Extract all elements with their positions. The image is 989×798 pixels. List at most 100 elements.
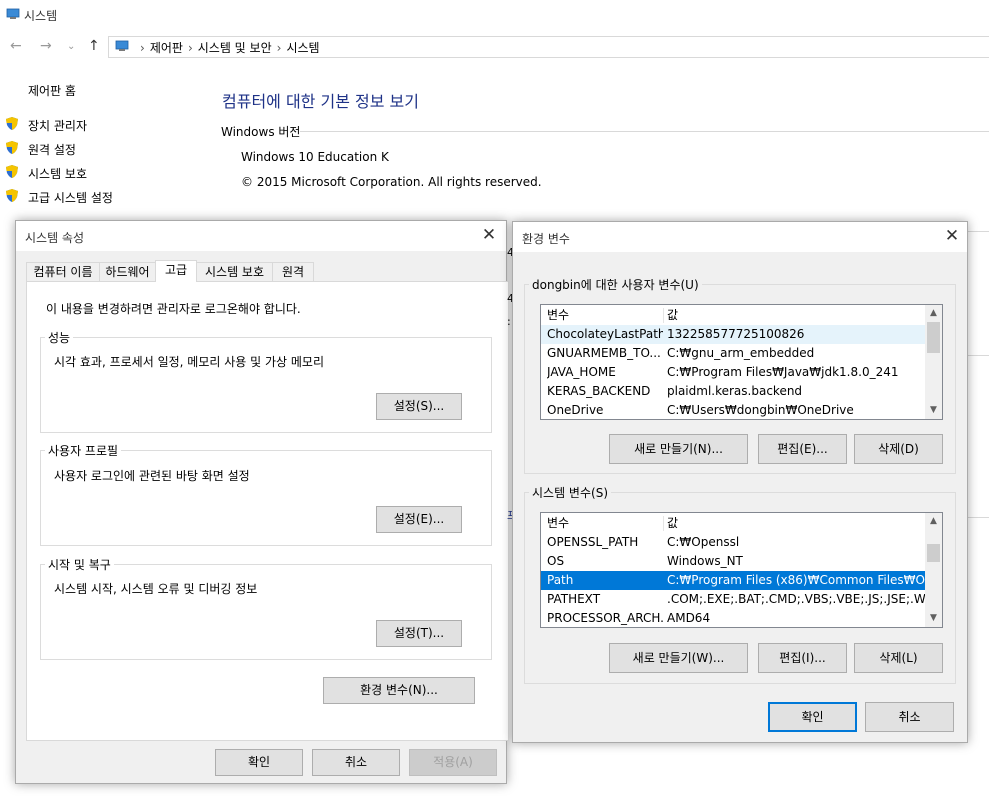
dialog-title-bar: 시스템 속성 ✕ [16,221,506,251]
user-variables-list[interactable]: 변수 값 ChocolateyLastPath... 13225857772510… [540,304,943,420]
column-header-variable[interactable]: 변수 [547,306,663,325]
scrollbar-thumb[interactable] [927,544,940,562]
system-new-button[interactable]: 새로 만들기(W)... [609,643,748,673]
system-protection-link[interactable]: 시스템 보호 [28,165,87,182]
tab-remote[interactable]: 원격 [272,262,314,281]
startup-recovery-settings-button[interactable]: 설정(T)... [376,620,462,647]
close-icon[interactable]: ✕ [941,226,963,248]
variable-name: PROCESSOR_ARCH... [547,611,663,625]
column-header-value[interactable]: 값 [667,514,925,533]
recent-chevron-icon[interactable]: ⌄ [67,41,75,52]
section-divider [967,355,989,356]
cancel-button[interactable]: 취소 [865,702,954,732]
vertical-scrollbar[interactable]: ▲ ▼ [925,513,942,627]
variable-value: C:₩Users₩dongbin₩OneDrive [667,403,854,417]
page-title: 컴퓨터에 대한 기본 정보 보기 [222,92,419,111]
user-profiles-settings-button[interactable]: 설정(E)... [376,506,462,533]
address-bar[interactable]: › 제어판 › 시스템 및 보안 › 시스템 [108,36,989,58]
column-header-variable[interactable]: 변수 [547,514,663,533]
breadcrumb: › 제어판 › 시스템 및 보안 › 시스템 [135,39,320,56]
group-title: 성능 [45,329,74,346]
list-item[interactable]: OPENSSL_PATH C:₩Openssl [541,533,925,552]
advanced-tab-panel: 이 내용을 변경하려면 관리자로 로그온해야 합니다. 성능 시각 효과, 프로… [26,281,509,741]
environment-variables-button[interactable]: 환경 변수(N)... [323,677,475,704]
system-properties-dialog: 시스템 속성 ✕ 컴퓨터 이름 하드웨어 고급 시스템 보호 원격 이 내용을 … [15,220,509,784]
column-separator[interactable] [663,516,664,531]
ok-button[interactable]: 확인 [215,749,303,776]
dialog-title: 시스템 속성 [25,231,85,245]
tab-label: 하드웨어 [105,265,150,279]
column-header-value[interactable]: 값 [667,306,925,325]
list-item[interactable]: KERAS_BACKEND plaidml.keras.backend [541,382,925,401]
vertical-scrollbar[interactable]: ▲ ▼ [925,305,942,419]
tab-advanced[interactable]: 고급 [155,260,197,282]
list-item-selected[interactable]: Path C:₩Program Files (x86)₩Common Files₩… [541,571,925,590]
shield-icon [6,117,18,130]
user-profiles-group: 사용자 프로필 사용자 로그인에 관련된 바탕 화면 설정 설정(E)... [40,442,492,546]
section-divider [967,517,989,518]
tab-computer-name[interactable]: 컴퓨터 이름 [26,262,100,281]
up-arrow-icon[interactable]: ↑ [88,38,100,54]
user-new-button[interactable]: 새로 만들기(N)... [609,434,748,464]
shield-icon [6,165,18,178]
scroll-up-icon[interactable]: ▲ [925,513,942,530]
apply-button[interactable]: 적용(A) [409,749,497,776]
list-item[interactable]: OneDrive C:₩Users₩dongbin₩OneDrive [541,401,925,419]
tab-label: 원격 [281,265,305,279]
list-item[interactable]: OS Windows_NT [541,552,925,571]
scroll-up-icon[interactable]: ▲ [925,305,942,322]
variable-value: C:₩Program Files (x86)₩Common Files₩Orac… [667,573,925,587]
list-item[interactable]: GNUARMEMB_TO... C:₩gnu_arm_embedded [541,344,925,363]
column-separator[interactable] [663,308,664,323]
back-arrow-icon[interactable]: ← [10,38,22,54]
chevron-right-icon: › [276,41,282,55]
list-item[interactable]: ChocolateyLastPath... 132258577725100826 [541,325,925,344]
window-title: 시스템 [24,9,58,23]
list-item[interactable]: JAVA_HOME C:₩Program Files₩Java₩jdk1.8.0_… [541,363,925,382]
copyright-text: © 2015 Microsoft Corporation. All rights… [241,175,542,189]
group-description: 시스템 시작, 시스템 오류 및 디버깅 정보 [54,582,258,596]
tab-label: 고급 [164,263,188,277]
group-title: dongbin에 대한 사용자 변수(U) [529,276,702,293]
chevron-right-icon: › [187,41,193,55]
user-edit-button[interactable]: 편집(E)... [758,434,847,464]
advanced-system-settings-link[interactable]: 고급 시스템 설정 [28,189,113,206]
control-panel-icon [115,40,129,51]
variable-name: OS [547,554,565,568]
tab-system-protection[interactable]: 시스템 보호 [196,262,273,281]
breadcrumb-system-security[interactable]: 시스템 및 보안 [198,41,272,55]
tab-label: 시스템 보호 [204,265,264,279]
breadcrumb-control-panel[interactable]: 제어판 [150,41,183,55]
cancel-button[interactable]: 취소 [312,749,400,776]
remote-settings-link[interactable]: 원격 설정 [28,141,76,158]
forward-arrow-icon[interactable]: → [40,38,52,54]
scroll-down-icon[interactable]: ▼ [925,402,942,419]
list-item[interactable]: PROCESSOR_ARCH... AMD64 [541,609,925,627]
breadcrumb-system[interactable]: 시스템 [286,41,319,55]
variable-value: C:₩Program Files₩Java₩jdk1.8.0_241 [667,365,899,379]
close-icon[interactable]: ✕ [478,225,500,247]
user-variables-group: dongbin에 대한 사용자 변수(U) 변수 값 ChocolateyLas… [524,276,956,474]
shield-icon [6,189,18,202]
windows-edition-section-label: Windows 버전 [221,125,301,139]
performance-settings-button[interactable]: 설정(S)... [376,393,462,420]
performance-group: 성능 시각 효과, 프로세서 일정, 메모리 사용 및 가상 메모리 설정(S)… [40,329,492,433]
variable-value: .COM;.EXE;.BAT;.CMD;.VBS;.VBE;.JS;.JSE;.… [667,592,925,606]
ok-button[interactable]: 확인 [768,702,857,732]
tab-hardware[interactable]: 하드웨어 [99,262,156,281]
user-delete-button[interactable]: 삭제(D) [854,434,943,464]
system-variables-list[interactable]: 변수 값 OPENSSL_PATH C:₩Openssl OS Windows_NT… [540,512,943,628]
device-manager-link[interactable]: 장치 관리자 [28,117,87,134]
variable-value: C:₩gnu_arm_embedded [667,346,815,360]
scroll-down-icon[interactable]: ▼ [925,610,942,627]
variable-value: plaidml.keras.backend [667,384,803,398]
control-panel-home-link[interactable]: 제어판 홈 [28,82,76,99]
variable-value: 132258577725100826 [667,327,805,341]
list-item[interactable]: PATHEXT .COM;.EXE;.BAT;.CMD;.VBS;.VBE;.JS… [541,590,925,609]
system-edit-button[interactable]: 편집(I)... [758,643,847,673]
environment-variables-dialog: 환경 변수 ✕ dongbin에 대한 사용자 변수(U) 변수 값 Choco… [512,221,968,743]
section-divider [300,131,989,132]
scrollbar-thumb[interactable] [927,322,940,353]
variable-value: AMD64 [667,611,711,625]
system-delete-button[interactable]: 삭제(L) [854,643,943,673]
